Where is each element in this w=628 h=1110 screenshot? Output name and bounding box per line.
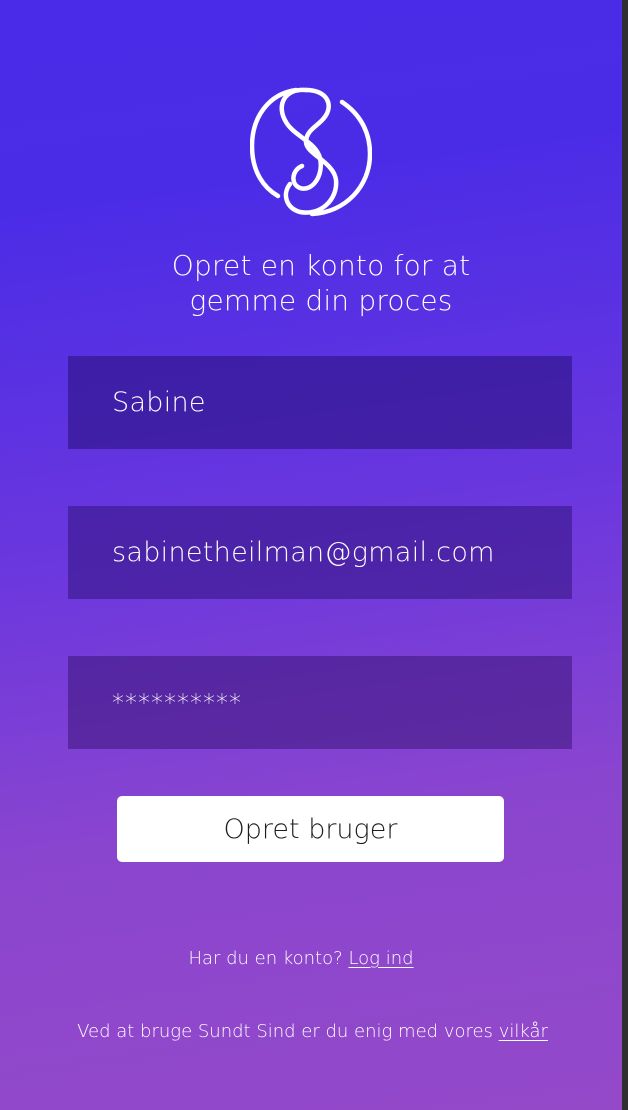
email-field[interactable]: sabinetheilman@gmail.com — [68, 506, 572, 599]
signup-screen: Opret en konto for at gemme din proces S… — [0, 0, 622, 1110]
sundt-sind-logo-icon — [250, 87, 372, 217]
password-field[interactable]: ********** — [68, 656, 572, 749]
page-title: Opret en konto for at gemme din proces — [0, 248, 622, 318]
terms-link[interactable]: vilkår — [499, 1021, 548, 1042]
password-field-value: ********** — [112, 688, 242, 717]
terms-notice-text: Ved at bruge Sundt Sind er du enig med v… — [77, 1021, 493, 1042]
create-user-button[interactable]: Opret bruger — [117, 796, 504, 862]
terms-notice: Ved at bruge Sundt Sind er du enig med v… — [0, 1021, 622, 1042]
email-field-value: sabinetheilman@gmail.com — [112, 537, 495, 568]
login-link[interactable]: Log ind — [348, 948, 413, 969]
login-prompt: Har du en konto? Log ind — [0, 948, 602, 969]
login-prompt-text: Har du en konto? — [188, 948, 343, 969]
name-field-value: Sabine — [112, 387, 206, 418]
page-title-line-1: Opret en konto for at — [171, 249, 471, 282]
page-title-line-2: gemme din proces — [189, 284, 453, 317]
window-edge — [622, 0, 628, 1110]
name-field[interactable]: Sabine — [68, 356, 572, 449]
